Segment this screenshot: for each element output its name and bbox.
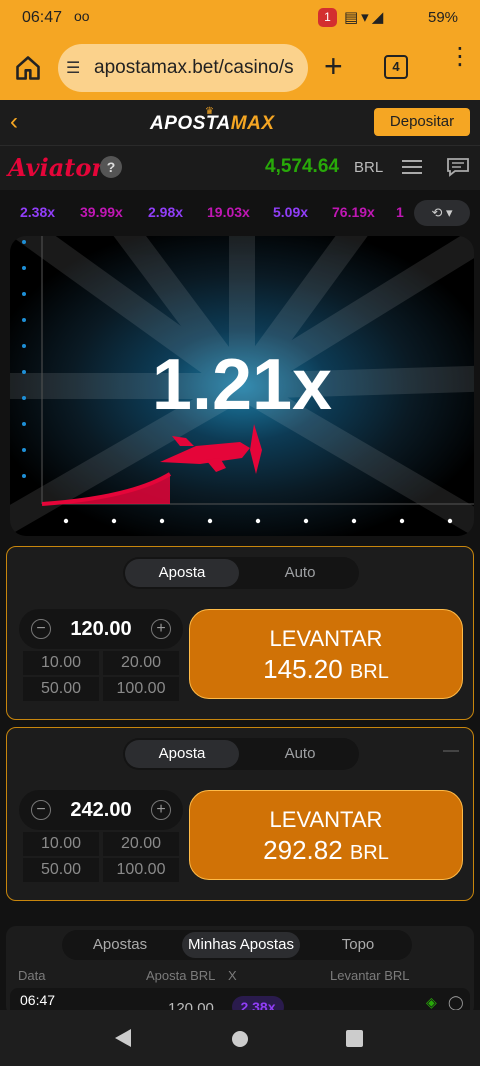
home-circle-icon[interactable] — [232, 1031, 248, 1047]
quick-stake-button[interactable]: 20.00 — [103, 651, 179, 675]
history-multiplier: 2.38x — [20, 204, 56, 220]
cashout-amount: 292.82 — [263, 835, 343, 865]
cashout-currency: BRL — [349, 661, 389, 683]
quick-stake-button[interactable]: 20.00 — [103, 832, 179, 856]
column-header: Data — [18, 968, 46, 983]
address-bar[interactable]: ☰ apostamax.bet/casino/s — [58, 44, 308, 92]
chat-bubble-icon[interactable]: ◯ — [448, 994, 464, 1011]
quick-stake-button[interactable]: 100.00 — [103, 677, 179, 701]
chevron-down-icon: ▾ — [446, 205, 453, 220]
column-header: Levantar BRL — [330, 968, 410, 983]
quick-stake-button[interactable]: 50.00 — [23, 858, 99, 882]
history-multiplier: 76.19x — [332, 204, 375, 220]
tab-aposta[interactable]: Aposta — [125, 740, 239, 768]
cashout-label: LEVANTAR — [269, 807, 383, 832]
site-settings-icon[interactable]: ☰ — [66, 58, 80, 78]
stake-stepper: − 120.00 + — [19, 609, 183, 649]
bets-section: Apostas Minhas Apostas Topo Data Aposta … — [6, 926, 474, 1018]
history-multiplier: 1 — [396, 204, 404, 220]
multiplier-history: 2.38x 39.99x 2.98x 19.03x 5.09x 76.19x 1… — [0, 190, 480, 234]
quick-stake-button[interactable]: 10.00 — [23, 832, 99, 856]
history-multiplier: 39.99x — [80, 204, 123, 220]
tab-aposta[interactable]: Aposta — [125, 559, 239, 587]
bet-panel-2: Aposta Auto − 242.00 + 10.00 20.00 50.00… — [6, 727, 474, 901]
aviator-logo: Aviator — [8, 153, 104, 182]
increase-stake-button[interactable]: + — [151, 800, 171, 820]
new-tab-icon[interactable]: + — [324, 50, 343, 82]
bet-mode-toggle: Aposta Auto — [123, 557, 359, 589]
home-icon[interactable] — [14, 54, 42, 82]
history-multiplier: 5.09x — [273, 204, 309, 220]
column-header: Aposta BRL — [146, 968, 216, 983]
quick-stake-button[interactable]: 100.00 — [103, 858, 179, 882]
quick-stake-button[interactable]: 50.00 — [23, 677, 99, 701]
bet-panel-1: Aposta Auto − 120.00 + 10.00 20.00 50.00… — [6, 546, 474, 720]
cashout-currency: BRL — [349, 842, 389, 864]
stake-value[interactable]: 242.00 — [55, 799, 147, 822]
cashout-amount: 145.20 — [263, 654, 343, 684]
cashout-amount-line: 292.82 BRL — [190, 835, 462, 866]
tab-topo[interactable]: Topo — [308, 932, 408, 958]
site-header: ‹ ♛ APOSTAMAX Depositar — [0, 100, 480, 146]
remove-panel-icon[interactable] — [443, 750, 459, 752]
voicemail-icon: oo — [74, 8, 90, 24]
cashout-amount-line: 145.20 BRL — [190, 654, 462, 685]
status-bar: 06:47 oo 1 ▤▾◢ 59% — [0, 0, 480, 36]
tab-count-button[interactable]: 4 — [384, 55, 408, 79]
balance-currency: BRL — [354, 159, 384, 176]
history-multiplier: 2.98x — [148, 204, 184, 220]
cashout-button[interactable]: LEVANTAR 292.82 BRL — [189, 790, 463, 880]
status-time: 06:47 — [22, 9, 63, 26]
history-icon: ⟲ — [431, 205, 443, 220]
more-menu-icon[interactable]: ⋮ — [448, 45, 472, 69]
stake-value[interactable]: 120.00 — [55, 618, 147, 641]
tab-minhas-apostas[interactable]: Minhas Apostas — [182, 932, 300, 958]
cashout-label: LEVANTAR — [269, 626, 383, 651]
help-button[interactable]: ? — [100, 156, 122, 178]
hamburger-menu-icon[interactable] — [402, 159, 422, 175]
android-nav-bar — [0, 1010, 480, 1066]
bet-mode-toggle: Aposta Auto — [123, 738, 359, 770]
quick-stake-button[interactable]: 10.00 — [23, 651, 99, 675]
signal-icons: ▤▾◢ — [344, 9, 387, 26]
fairness-shield-icon[interactable]: ◈ — [426, 994, 437, 1011]
stake-stepper: − 242.00 + — [19, 790, 183, 830]
column-header: X — [228, 968, 237, 983]
increase-stake-button[interactable]: + — [151, 619, 171, 639]
cashout-button[interactable]: LEVANTAR 145.20 BRL — [189, 609, 463, 699]
decrease-stake-button[interactable]: − — [31, 619, 51, 639]
url-text: apostamax.bet/casino/s — [94, 57, 294, 78]
back-chevron-icon[interactable]: ‹ — [10, 108, 18, 136]
aviator-header: Aviator ? 4,574.64 BRL — [0, 146, 480, 190]
decrease-stake-button[interactable]: − — [31, 800, 51, 820]
deposit-button[interactable]: Depositar — [374, 108, 470, 136]
chat-icon[interactable] — [446, 157, 470, 177]
tab-auto[interactable]: Auto — [243, 559, 357, 587]
tab-auto[interactable]: Auto — [243, 740, 357, 768]
bets-tabs: Apostas Minhas Apostas Topo — [62, 930, 412, 960]
back-triangle-icon[interactable] — [115, 1029, 131, 1047]
recents-square-icon[interactable] — [346, 1030, 363, 1047]
notification-badge: 1 — [318, 8, 337, 27]
browser-toolbar: ☰ apostamax.bet/casino/s + 4 ⋮ — [0, 36, 480, 100]
history-toggle-button[interactable]: ⟲ ▾ — [414, 200, 470, 226]
battery-level: 59% — [428, 9, 459, 26]
row-time: 06:47 — [20, 992, 56, 1008]
tab-apostas[interactable]: Apostas — [66, 932, 174, 958]
history-multiplier: 19.03x — [207, 204, 250, 220]
balance-amount: 4,574.64 — [265, 156, 339, 177]
apostamax-logo[interactable]: APOSTAMAX — [150, 113, 275, 135]
axis-dots — [22, 240, 453, 524]
